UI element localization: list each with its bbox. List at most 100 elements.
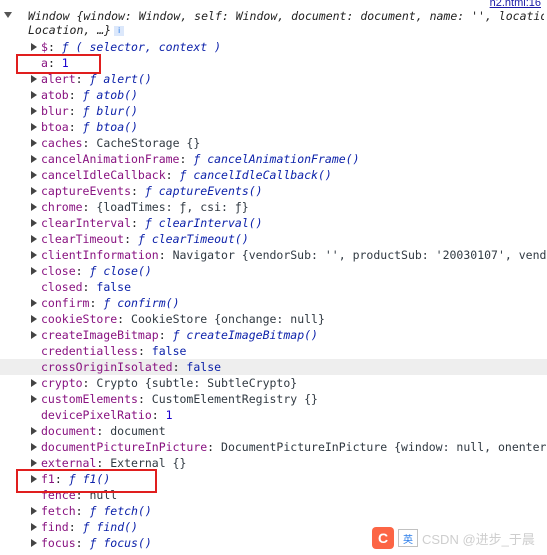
expand-right-icon[interactable] — [31, 331, 37, 339]
separator: : — [68, 520, 83, 534]
separator: : — [68, 120, 83, 134]
property-row-atob[interactable]: atob: ƒ atob() — [0, 87, 547, 103]
property-row-chrome[interactable]: chrome: {loadTimes: ƒ, csi: ƒ} — [0, 199, 547, 215]
separator: : — [131, 184, 145, 198]
property-row-createImageBitmap[interactable]: createImageBitmap: ƒ createImageBitmap() — [0, 327, 547, 343]
property-row-crypto[interactable]: crypto: Crypto {subtle: SubtleCrypto} — [0, 375, 547, 391]
property-row-clientInformation[interactable]: clientInformation: Navigator {vendorSub:… — [0, 247, 547, 263]
property-value: Navigator {vendorSub: '', productSub: '2… — [172, 248, 547, 262]
expand-right-icon[interactable] — [31, 235, 37, 243]
property-row-cookieStore[interactable]: cookieStore: CookieStore {onchange: null… — [0, 311, 547, 327]
expand-right-icon[interactable] — [31, 379, 37, 387]
property-row-fetch[interactable]: fetch: ƒ fetch() — [0, 503, 547, 519]
expand-right-icon[interactable] — [31, 171, 37, 179]
function-symbol: ƒ — [144, 184, 152, 198]
property-row-captureEvents[interactable]: captureEvents: ƒ captureEvents() — [0, 183, 547, 199]
property-key: a — [41, 56, 48, 70]
expand-right-icon[interactable] — [31, 395, 37, 403]
separator: : — [172, 360, 187, 374]
property-key: crypto — [41, 376, 83, 390]
expand-right-icon[interactable] — [31, 443, 37, 451]
property-row-cancelAnimationFrame[interactable]: cancelAnimationFrame: ƒ cancelAnimationF… — [0, 151, 547, 167]
function-symbol: ƒ — [144, 216, 152, 230]
separator: : — [96, 456, 111, 470]
separator: : — [75, 536, 90, 550]
property-row-dollar[interactable]: $: ƒ ( selector, context ) — [0, 39, 547, 55]
property-row-blur[interactable]: blur: ƒ blur() — [0, 103, 547, 119]
property-row-confirm[interactable]: confirm: ƒ confirm() — [0, 295, 547, 311]
property-value: createImageBitmap() — [179, 328, 318, 342]
property-value: confirm() — [110, 296, 180, 310]
property-row-documentPictureInPicture[interactable]: documentPictureInPicture: DocumentPictur… — [0, 439, 547, 455]
separator: : — [75, 488, 90, 502]
property-value: f1() — [75, 472, 111, 486]
expand-right-icon[interactable] — [31, 315, 37, 323]
expand-right-icon[interactable] — [31, 203, 37, 211]
separator: : — [82, 376, 97, 390]
separator: : — [54, 472, 69, 486]
expand-right-icon[interactable] — [31, 523, 37, 531]
separator: : — [207, 440, 222, 454]
separator: : — [137, 344, 152, 358]
separator: : — [68, 88, 83, 102]
property-key: atob — [41, 88, 69, 102]
property-value: focus() — [96, 536, 152, 550]
expand-right-icon[interactable] — [31, 299, 37, 307]
separator: : — [75, 264, 90, 278]
property-row-external[interactable]: external: External {} — [0, 455, 547, 471]
property-row-customElements[interactable]: customElements: CustomElementRegistry {} — [0, 391, 547, 407]
separator: : — [96, 424, 111, 438]
property-row-caches[interactable]: caches: CacheStorage {} — [0, 135, 547, 151]
separator: : — [165, 168, 180, 182]
property-row-cancelIdleCallback[interactable]: cancelIdleCallback: ƒ cancelIdleCallback… — [0, 167, 547, 183]
property-value: captureEvents() — [151, 184, 263, 198]
property-value: CookieStore {onchange: null} — [131, 312, 325, 326]
property-key: confirm — [41, 296, 90, 310]
property-key: close — [41, 264, 76, 278]
property-value: CacheStorage {} — [96, 136, 201, 150]
property-row-alert[interactable]: alert: ƒ alert() — [0, 71, 547, 87]
separator: : — [151, 408, 166, 422]
info-icon[interactable]: i — [114, 25, 125, 36]
expand-down-icon[interactable] — [4, 12, 12, 18]
expand-right-icon[interactable] — [31, 123, 37, 131]
property-value: CustomElementRegistry {} — [151, 392, 318, 406]
property-key: customElements — [41, 392, 138, 406]
expand-right-icon[interactable] — [31, 267, 37, 275]
property-row-clearInterval[interactable]: clearInterval: ƒ clearInterval() — [0, 215, 547, 231]
expand-right-icon[interactable] — [31, 459, 37, 467]
property-key: cookieStore — [41, 312, 118, 326]
property-value: find() — [89, 520, 138, 534]
expand-right-icon[interactable] — [31, 91, 37, 99]
source-link[interactable]: h2.html:16 — [489, 0, 541, 9]
separator: : — [158, 328, 173, 342]
expand-right-icon[interactable] — [31, 155, 37, 163]
property-row-f1[interactable]: f1: ƒ f1() — [0, 471, 547, 487]
expand-right-icon[interactable] — [31, 539, 37, 547]
separator: : — [75, 72, 90, 86]
expand-right-icon[interactable] — [31, 107, 37, 115]
property-key: caches — [41, 136, 83, 150]
expand-right-icon[interactable] — [31, 75, 37, 83]
property-value: 1 — [165, 408, 173, 422]
window-object-summary[interactable]: Window {window: Window, self: Window, do… — [4, 9, 544, 37]
expand-right-icon[interactable] — [31, 475, 37, 483]
expand-right-icon[interactable] — [31, 187, 37, 195]
property-key: alert — [41, 72, 76, 86]
property-key: crossOriginIsolated — [41, 360, 173, 374]
expand-right-icon[interactable] — [31, 427, 37, 435]
expand-right-icon[interactable] — [31, 219, 37, 227]
expand-right-icon[interactable] — [31, 43, 37, 51]
expand-right-icon[interactable] — [31, 507, 37, 515]
property-key: external — [41, 456, 97, 470]
expand-right-icon[interactable] — [31, 139, 37, 147]
property-row-document[interactable]: document: document — [0, 423, 547, 439]
property-row-clearTimeout[interactable]: clearTimeout: ƒ clearTimeout() — [0, 231, 547, 247]
header-line-2: Location, …} i — [28, 23, 544, 37]
property-row-close[interactable]: close: ƒ close() — [0, 263, 547, 279]
expand-right-icon[interactable] — [31, 251, 37, 259]
property-list: $: ƒ ( selector, context ) a: 1 alert: ƒ a… — [0, 39, 547, 551]
property-value: 1 — [61, 56, 69, 70]
property-row-btoa[interactable]: btoa: ƒ btoa() — [0, 119, 547, 135]
property-key: clearTimeout — [41, 232, 125, 246]
